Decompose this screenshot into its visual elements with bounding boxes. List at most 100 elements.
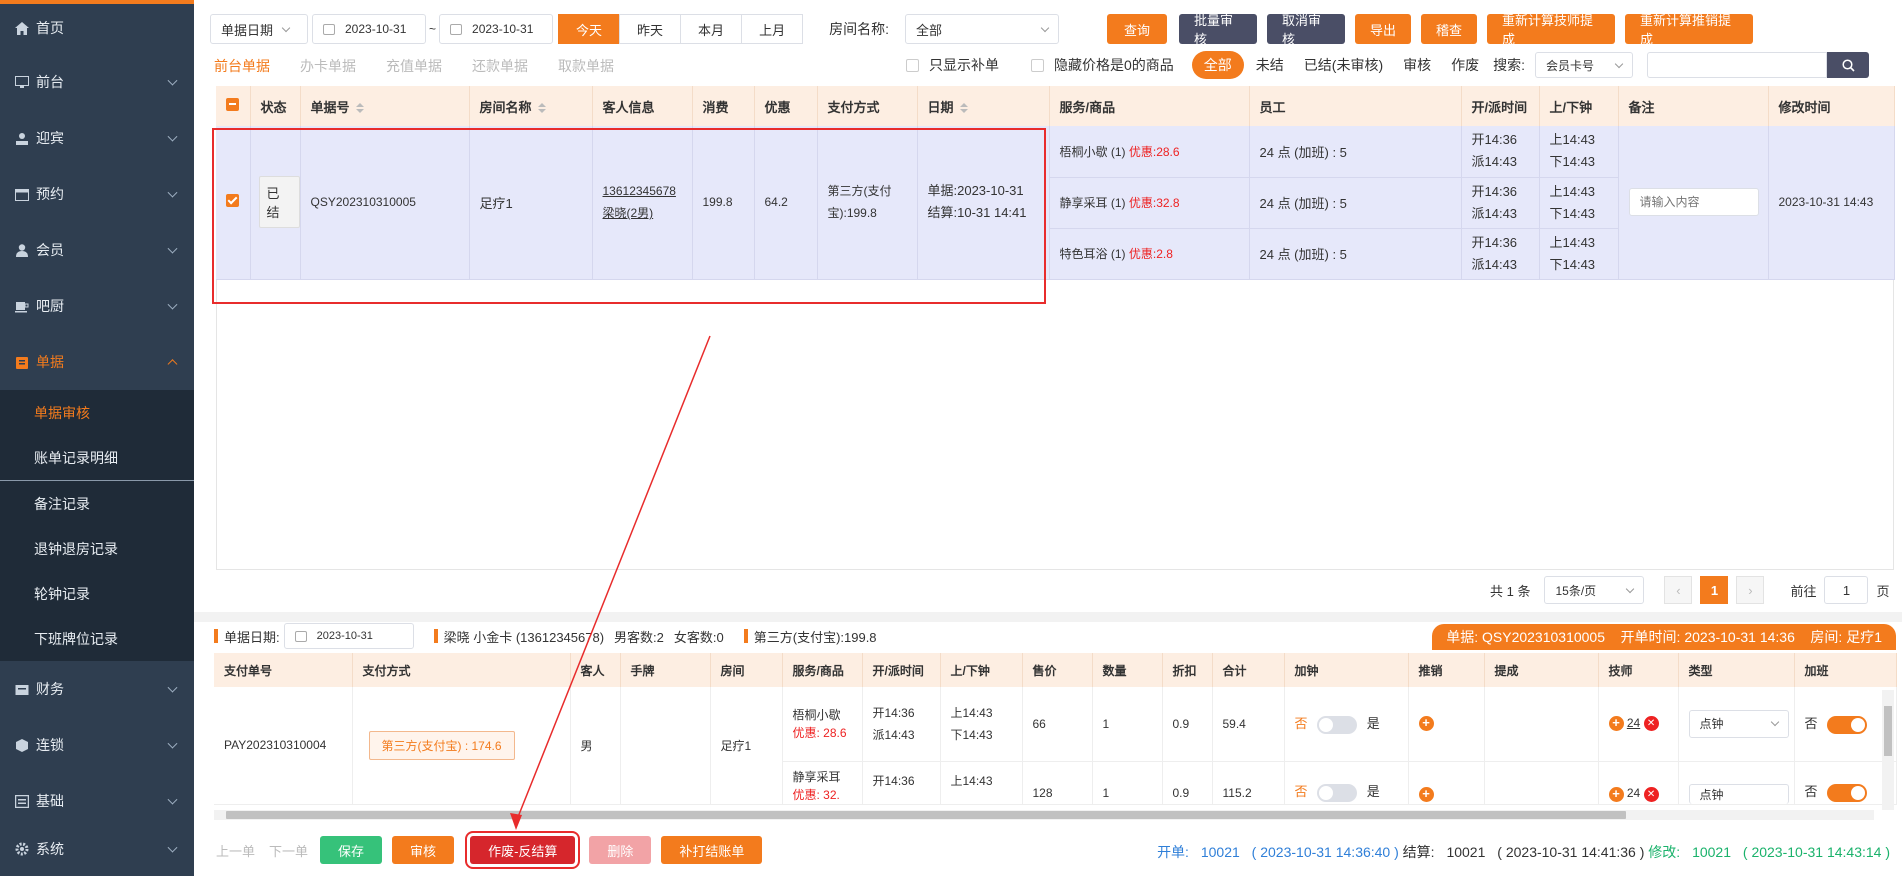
sidebar-item-front[interactable]: 前台	[0, 54, 194, 110]
sort-icon[interactable]	[537, 103, 546, 114]
monitor-icon	[14, 74, 30, 90]
remove-tech-icon[interactable]: ✕	[1643, 786, 1659, 802]
delete-button[interactable]: 删除	[589, 836, 652, 864]
void-reverse-button[interactable]: 作废-反结算	[465, 831, 581, 869]
search-button[interactable]	[1827, 52, 1870, 78]
up-time: 上14:43	[950, 705, 993, 720]
check-button[interactable]: 稽查	[1420, 14, 1477, 44]
extend-toggle[interactable]	[1317, 783, 1358, 802]
only-supplement-label: 只显示补单	[929, 57, 999, 73]
vertical-scroll-thumb[interactable]	[1884, 706, 1892, 756]
service-promo: 优惠:32.8	[1128, 196, 1180, 210]
save-button[interactable]: 保存	[320, 836, 383, 864]
only-supplement-checkbox[interactable]	[906, 58, 919, 72]
goto-page-input[interactable]: 1	[1824, 576, 1869, 604]
audit-button[interactable]: 审核	[392, 836, 455, 864]
tab-repay-bills[interactable]: 还款单据	[472, 56, 528, 76]
sort-icon[interactable]	[355, 103, 364, 114]
sidebar-subitem-refund-record[interactable]: 退钟退房记录	[0, 526, 194, 571]
sidebar-subitem-offduty-record[interactable]: 下班牌位记录	[0, 616, 194, 661]
chevron-down-icon	[281, 23, 291, 32]
export-button[interactable]: 导出	[1354, 14, 1411, 44]
sort-icon[interactable]	[959, 103, 968, 114]
overtime-toggle[interactable]	[1827, 716, 1868, 735]
add-sales-icon[interactable]: +	[1418, 716, 1434, 732]
col-service: 服务/商品	[782, 653, 863, 687]
detail-date-label: 单据日期:	[224, 629, 280, 645]
overtime-toggle[interactable]	[1827, 783, 1868, 802]
batch-audit-button[interactable]: 批量审核	[1178, 13, 1257, 47]
last-month-button[interactable]: 上月	[741, 14, 804, 44]
this-month-button[interactable]: 本月	[680, 14, 743, 44]
add-sales-icon[interactable]: +	[1418, 786, 1434, 802]
filter-all[interactable]: 全部	[1191, 51, 1244, 79]
prev-page-button[interactable]: ‹	[1664, 576, 1693, 604]
recalc-tech-button[interactable]: 重新计算技师提成	[1486, 13, 1615, 47]
today-button[interactable]: 今天	[558, 14, 621, 44]
col-tech: 技师	[1598, 653, 1679, 687]
col-date[interactable]: 日期	[917, 86, 1050, 126]
tab-recharge-bills[interactable]: 充值单据	[386, 56, 442, 76]
prev-bill-link[interactable]: 上一单	[216, 841, 255, 860]
tab-card-bills[interactable]: 办卡单据	[300, 56, 356, 76]
detail-date-picker[interactable]: 2023-10-31	[283, 623, 414, 649]
sidebar-subitem-bill-audit[interactable]: 单据审核	[0, 390, 194, 435]
sidebar-item-member[interactable]: 会员	[0, 222, 194, 278]
sidebar-item-system[interactable]: 系统	[0, 829, 194, 869]
cancel-audit-button[interactable]: 取消审核	[1266, 13, 1345, 47]
sidebar-item-welcome[interactable]: 迎宾	[0, 110, 194, 166]
filter-void[interactable]: 作废	[1451, 55, 1479, 75]
sidebar-item-home[interactable]: 首页	[0, 14, 194, 42]
query-button[interactable]: 查询	[1106, 14, 1167, 44]
sidebar-subitem-bill-detail[interactable]: 账单记录明细	[0, 435, 194, 480]
next-bill-link[interactable]: 下一单	[269, 841, 308, 860]
col-sales: 推销	[1408, 653, 1485, 687]
sidebar-item-finance[interactable]: 财务	[0, 661, 194, 717]
service-name: 特色耳浴 (1)	[1059, 247, 1126, 261]
tech-number[interactable]: 24	[1627, 716, 1640, 730]
tech-number[interactable]: 24	[1627, 786, 1640, 800]
sidebar-item-basic[interactable]: 基础	[0, 773, 194, 829]
sidebar-item-label: 基础	[36, 793, 64, 809]
col-room[interactable]: 房间名称	[469, 86, 593, 126]
room-select[interactable]: 全部	[904, 14, 1059, 44]
sidebar-item-bills[interactable]: 单据	[0, 334, 194, 390]
reprint-button[interactable]: 补打结账单	[661, 836, 763, 864]
yesterday-button[interactable]: 昨天	[619, 14, 682, 44]
extend-toggle[interactable]	[1317, 716, 1358, 735]
type-select[interactable]: 点钟	[1688, 709, 1789, 738]
next-page-button[interactable]: ›	[1736, 576, 1765, 604]
type-select[interactable]: 点钟	[1688, 783, 1789, 804]
search-icon	[1841, 58, 1855, 72]
select-all-checkbox[interactable]	[226, 98, 239, 111]
add-tech-icon[interactable]: +	[1608, 716, 1624, 732]
recalc-sales-button[interactable]: 重新计算推销提成	[1624, 13, 1753, 47]
table-row[interactable]: PAY202310310004 第三方(支付宝) : 174.6 男 足疗1 梧…	[214, 687, 1897, 805]
add-tech-icon[interactable]: +	[1608, 786, 1624, 802]
search-type-select[interactable]: 会员卡号	[1535, 52, 1634, 78]
remove-tech-icon[interactable]: ✕	[1643, 716, 1659, 732]
tab-front-bills[interactable]: 前台单据	[214, 56, 270, 76]
tab-withdraw-bills[interactable]: 取款单据	[558, 56, 614, 76]
filter-settled-unaudited[interactable]: 已结(未审核)	[1304, 55, 1383, 75]
page-size-select[interactable]: 15条/页	[1544, 576, 1645, 604]
horizontal-scrollbar[interactable]	[214, 810, 1874, 820]
hide-zero-checkbox[interactable]	[1031, 58, 1044, 72]
col-bill-no[interactable]: 单据号	[300, 86, 470, 126]
sidebar-item-chain[interactable]: 连锁	[0, 717, 194, 773]
date-to-picker[interactable]: 2023-10-31	[439, 14, 554, 44]
date-from-picker[interactable]: 2023-10-31	[312, 14, 426, 44]
vertical-scrollbar[interactable]	[1882, 690, 1894, 810]
filter-unsettled[interactable]: 未结	[1256, 55, 1284, 75]
sidebar-subitem-rotation-record[interactable]: 轮钟记录	[0, 571, 194, 616]
horizontal-scroll-thumb[interactable]	[226, 811, 1626, 819]
sidebar-item-booking[interactable]: 预约	[0, 166, 194, 222]
date-type-select[interactable]: 单据日期	[210, 14, 308, 44]
sidebar-item-bar[interactable]: 吧厨	[0, 278, 194, 334]
filter-audited[interactable]: 审核	[1403, 55, 1431, 75]
sidebar-subitem-remark-record[interactable]: 备注记录	[0, 481, 194, 526]
chevron-down-icon	[167, 131, 178, 142]
remark-input[interactable]	[1628, 188, 1759, 217]
page-1-button[interactable]: 1	[1700, 576, 1729, 604]
search-input[interactable]	[1647, 52, 1828, 78]
